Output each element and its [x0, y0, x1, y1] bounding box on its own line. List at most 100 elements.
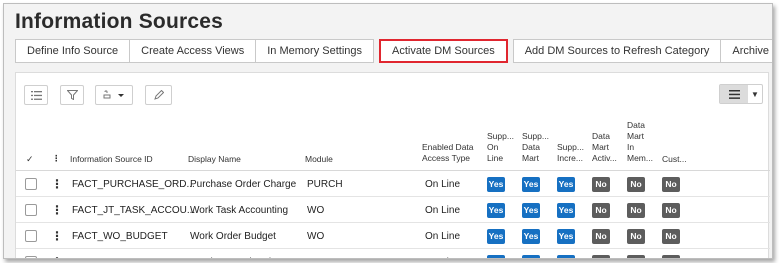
row-checkbox[interactable]: [25, 197, 37, 223]
tab-archive-info-sources[interactable]: Archive Info Sources: [720, 39, 772, 63]
header-dmm-line1: Data: [627, 120, 645, 130]
cell-display-name-text: Purchase Order Charge: [190, 178, 297, 190]
cell-display-name[interactable]: Purchase Order Lines: [190, 249, 287, 259]
data-mart-in-memory-badge: No: [627, 202, 645, 218]
header-sol-line3: Line: [487, 153, 504, 163]
row-checkbox[interactable]: [25, 223, 37, 249]
cell-module[interactable]: WO: [307, 197, 324, 223]
header-data-mart-in-memory[interactable]: Data Mart In Mem...: [627, 120, 653, 164]
tab-activate-dm-sources[interactable]: Activate DM Sources: [379, 39, 508, 63]
cell-access-type-text: On Line: [425, 230, 461, 242]
funnel-icon[interactable]: [60, 85, 84, 105]
cell-display-name-text: Purchase Order Lines: [190, 257, 287, 259]
row-checkbox[interactable]: [25, 249, 37, 258]
column-menu-icon[interactable]: ⋮: [52, 153, 61, 164]
tab-add-dm-sources-to-refresh-category[interactable]: Add DM Sources to Refresh Category: [512, 39, 722, 63]
select-all-check[interactable]: ✓: [26, 154, 34, 165]
header-dmm-line2: Mart: [627, 131, 644, 141]
row-menu-icon[interactable]: ⋮: [51, 223, 63, 249]
tab-in-memory-settings[interactable]: In Memory Settings: [255, 39, 375, 63]
data-mart-in-memory-badge: No: [627, 254, 645, 258]
row-menu-icon-glyph[interactable]: ⋮: [51, 229, 63, 243]
custom-badge: No: [662, 202, 680, 218]
header-enabled-data-access-type[interactable]: Enabled Data Access Type: [422, 142, 474, 164]
supports-on-line-badge-cell: Yes: [487, 223, 505, 249]
cell-access-type[interactable]: On Line: [425, 171, 460, 197]
row-menu-icon-glyph[interactable]: ⋮: [51, 177, 63, 191]
header-sol-line2: On: [487, 142, 499, 152]
table-view-icon[interactable]: [720, 85, 748, 103]
cell-information-source-id-text: FACT_PURCHASE_ORD...: [72, 257, 195, 259]
custom-badge: No: [662, 254, 680, 258]
supports-on-line-badge: Yes: [487, 202, 505, 218]
table-row[interactable]: ⋮ FACT_WO_BUDGET Work Order Budget WO On Lin…: [16, 223, 770, 249]
cell-module[interactable]: PURCH: [307, 171, 343, 197]
tab-create-access-views[interactable]: Create Access Views: [129, 39, 257, 63]
list-filter-icon[interactable]: [24, 85, 48, 105]
cell-display-name[interactable]: Work Order Budget: [190, 223, 276, 249]
cell-access-type[interactable]: On Line: [425, 197, 460, 223]
header-dma-line3: Activ...: [592, 153, 617, 163]
supports-incremental-badge: Yes: [557, 228, 575, 244]
pencil-icon[interactable]: [145, 85, 172, 105]
row-checkbox-box[interactable]: [25, 230, 37, 242]
table-row[interactable]: ⋮ FACT_JT_TASK_ACCOU... Work Task Accounti…: [16, 197, 770, 223]
cell-module[interactable]: PURCH: [307, 249, 343, 259]
row-checkbox-box[interactable]: [25, 178, 37, 190]
supports-on-line-badge-cell: Yes: [487, 197, 505, 223]
header-sinc-line2: Incre...: [557, 153, 583, 163]
cell-module-text: WO: [307, 230, 325, 242]
row-checkbox[interactable]: [25, 171, 37, 197]
supports-data-mart-badge-cell: Yes: [522, 223, 540, 249]
header-supports-data-mart[interactable]: Supp... Data Mart: [522, 131, 549, 164]
cell-information-source-id[interactable]: FACT_WO_BUDGET: [72, 223, 168, 249]
supports-incremental-badge-cell: Yes: [557, 197, 575, 223]
cell-display-name-text: Work Order Budget: [190, 230, 276, 242]
custom-badge-cell: No: [662, 171, 680, 197]
supports-incremental-badge: Yes: [557, 254, 575, 258]
cell-access-type-text: On Line: [425, 178, 461, 190]
supports-incremental-badge: Yes: [557, 176, 575, 192]
row-checkbox-box[interactable]: [25, 256, 37, 258]
cell-access-type[interactable]: On Line: [425, 249, 460, 259]
row-menu-icon[interactable]: ⋮: [51, 249, 63, 258]
header-custom[interactable]: Cust...: [662, 154, 687, 165]
header-sinc-line1: Supp...: [557, 142, 584, 152]
page-title: Information Sources: [15, 10, 223, 33]
supports-data-mart-badge: Yes: [522, 254, 540, 258]
row-menu-icon-glyph[interactable]: ⋮: [51, 203, 63, 217]
cell-display-name[interactable]: Work Task Accounting: [190, 197, 288, 223]
data-mart-active-badge: No: [592, 176, 610, 192]
cell-display-name[interactable]: Purchase Order Charge: [190, 171, 296, 197]
header-display-name[interactable]: Display Name: [188, 154, 241, 165]
data-mart-active-badge: No: [592, 228, 610, 244]
cell-access-type[interactable]: On Line: [425, 223, 460, 249]
header-supports-on-line[interactable]: Supp... On Line: [487, 131, 514, 164]
row-checkbox-box[interactable]: [25, 204, 37, 216]
header-dma-line2: Mart: [592, 142, 609, 152]
cell-information-source-id[interactable]: FACT_PURCHASE_ORD...: [72, 249, 195, 259]
supports-on-line-badge-cell: Yes: [487, 249, 505, 258]
cell-information-source-id[interactable]: FACT_PURCHASE_ORD...: [72, 171, 195, 197]
cell-information-source-id[interactable]: FACT_JT_TASK_ACCOU...: [72, 197, 195, 223]
header-supports-incremental[interactable]: Supp... Incre...: [557, 142, 584, 164]
tab-define-info-source[interactable]: Define Info Source: [15, 39, 131, 63]
supports-incremental-badge: Yes: [557, 202, 575, 218]
custom-badge-cell: No: [662, 249, 680, 258]
header-data-mart-active[interactable]: Data Mart Activ...: [592, 131, 617, 164]
header-information-source-id[interactable]: Information Source ID: [70, 154, 153, 165]
row-menu-icon[interactable]: ⋮: [51, 171, 63, 197]
data-mart-active-badge-cell: No: [592, 249, 610, 258]
header-module[interactable]: Module: [305, 154, 333, 165]
supports-on-line-badge: Yes: [487, 176, 505, 192]
group-icon[interactable]: [95, 85, 133, 105]
tab-bar: Define Info Source Create Access Views I…: [15, 39, 772, 63]
chevron-down-icon[interactable]: ▼: [748, 85, 762, 103]
cell-module[interactable]: WO: [307, 223, 324, 249]
table-row[interactable]: ⋮ FACT_PURCHASE_ORD... Purchase Order Char…: [16, 171, 770, 197]
header-dmm-line3: In: [627, 142, 635, 152]
view-toggle[interactable]: ▼: [719, 84, 763, 104]
row-menu-icon[interactable]: ⋮: [51, 197, 63, 223]
row-menu-icon-glyph[interactable]: ⋮: [51, 255, 63, 258]
table-row[interactable]: ⋮ FACT_PURCHASE_ORD...Purchase Order Line…: [16, 249, 770, 259]
